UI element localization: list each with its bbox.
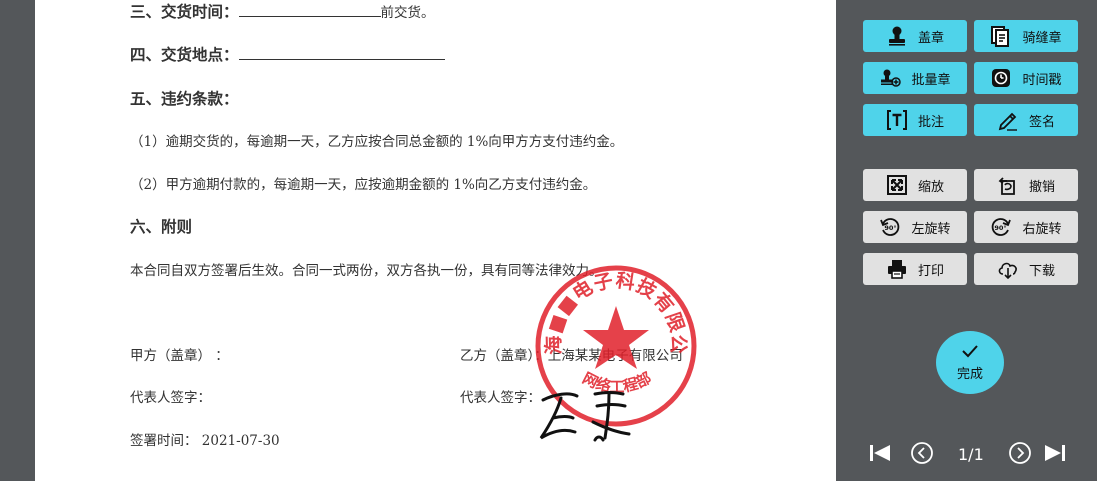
party-a-label: 甲方（盖章） ： (130, 348, 229, 364)
batch-stamp-button[interactable]: 批量章 (863, 62, 967, 94)
timestamp-label: 时间戳 (1022, 72, 1062, 88)
rotate-right-icon: 90° (990, 216, 1012, 238)
stamp-label: 盖章 (917, 30, 944, 46)
stamp-icon (886, 25, 908, 47)
rotate-left-label: 左旋转 (911, 221, 951, 237)
delivery-place-blank (238, 44, 445, 60)
document-page: 三、交货时间： 前交货。 四、交货地点： 五、违约条款： （1）逾期交货的，每逾期… (35, 0, 836, 481)
undo-button[interactable]: 撤销 (974, 169, 1078, 201)
svg-text:90°: 90° (885, 224, 897, 232)
download-label: 下载 (1028, 263, 1055, 279)
delivery-time-label: 三、交货时间： (130, 2, 239, 21)
appendix-heading: 六、附则 (130, 217, 193, 236)
stamp-star-icon (583, 306, 649, 369)
stamp-button[interactable]: 盖章 (863, 20, 967, 52)
clause-2: （2）甲方逾期付款的，每逾期一天，应按逾期金额的 1%向乙方支付违约金。 (130, 177, 597, 193)
sign-button[interactable]: 签名 (974, 104, 1078, 136)
timestamp-button[interactable]: 时间戳 (974, 62, 1078, 94)
last-page-icon[interactable] (1042, 440, 1068, 466)
delivery-time-blank (238, 1, 381, 17)
zoom-icon (886, 174, 908, 196)
rotate-left-button[interactable]: 90° 左旋转 (863, 211, 967, 243)
delivery-place-label: 四、交货地点： (130, 45, 239, 64)
breach-heading: 五、违约条款： (130, 89, 239, 108)
zoom-button[interactable]: 缩放 (863, 169, 967, 201)
sign-label: 签名 (1028, 114, 1055, 130)
sign-time: 签署时间： 2021-07-30 (130, 433, 280, 449)
download-button[interactable]: 下载 (974, 253, 1078, 285)
delivery-place-line: 四、交货地点： (130, 43, 445, 65)
undo-label: 撤销 (1028, 179, 1055, 195)
rotate-right-button[interactable]: 90° 右旋转 (974, 211, 1078, 243)
page-indicator: 1/1 (958, 445, 984, 464)
clock-icon (990, 67, 1012, 89)
batch-stamp-label: 批量章 (911, 72, 951, 88)
seam-stamp-button[interactable]: 骑缝章 (974, 20, 1078, 52)
cloud-download-icon (997, 258, 1019, 280)
handwritten-signature[interactable] (535, 382, 645, 452)
text-box-icon (886, 109, 908, 131)
delivery-time-suffix: 前交货。 (380, 5, 435, 21)
annotate-button[interactable]: 批注 (863, 104, 967, 136)
check-icon (960, 343, 980, 363)
next-page-icon[interactable] (1007, 440, 1033, 466)
seam-stamp-label: 骑缝章 (1022, 30, 1062, 46)
pen-icon (997, 109, 1019, 131)
first-page-icon[interactable] (867, 440, 893, 466)
rep-a-label: 代表人签字： (130, 390, 211, 406)
svg-text:90°: 90° (995, 224, 1007, 232)
done-button[interactable]: 完成 (936, 331, 1004, 394)
prev-page-icon[interactable] (909, 440, 935, 466)
print-button[interactable]: 打印 (863, 253, 967, 285)
rotate-left-icon: 90° (879, 216, 901, 238)
delivery-time-line: 三、交货时间： 前交货。 (130, 0, 435, 22)
zoom-label: 缩放 (917, 179, 944, 195)
seam-stamp-icon (990, 25, 1012, 47)
undo-icon (997, 174, 1019, 196)
print-label: 打印 (917, 263, 944, 279)
batch-stamp-icon (879, 67, 902, 89)
rep-b-label: 代表人签字： (460, 390, 541, 406)
printer-icon (886, 258, 908, 280)
rotate-right-label: 右旋转 (1022, 221, 1062, 237)
clause-1: （1）逾期交货的，每逾期一天，乙方应按合同总金额的 1%向甲方方支付违约金。 (130, 134, 624, 150)
annotate-label: 批注 (917, 114, 944, 130)
done-label: 完成 (956, 367, 983, 382)
